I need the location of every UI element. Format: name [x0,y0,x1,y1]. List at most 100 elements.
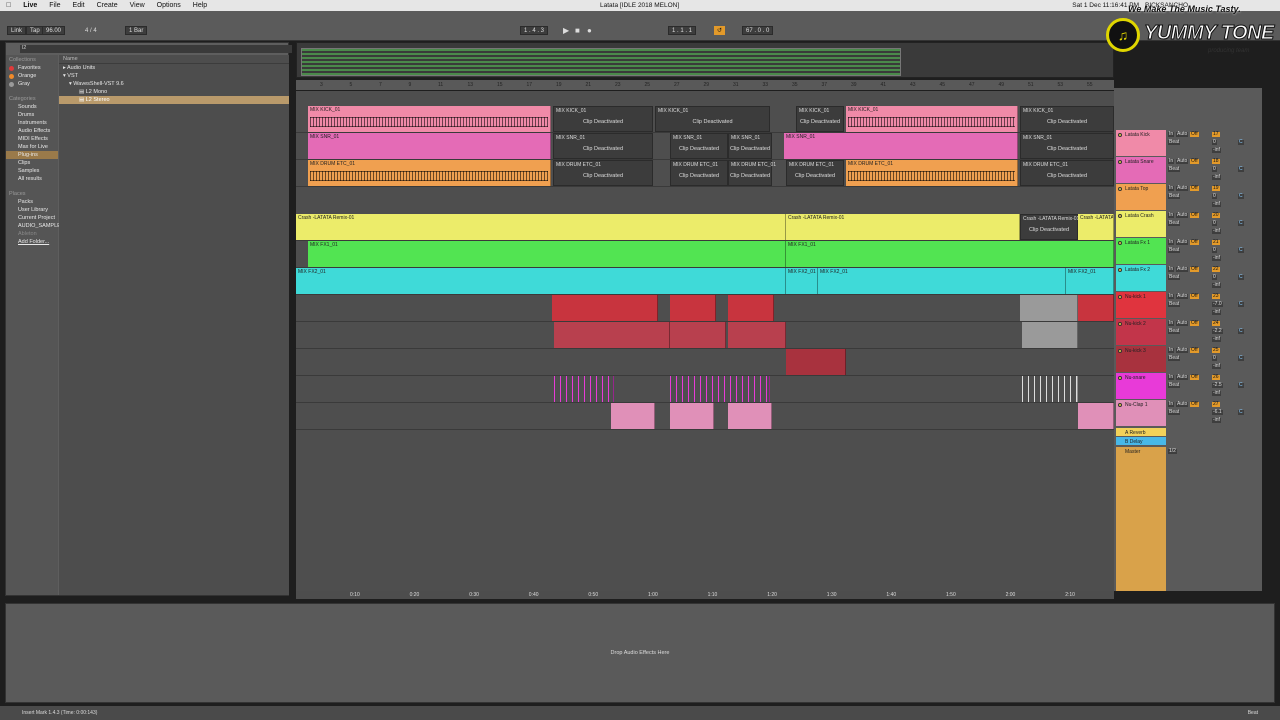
cue-select[interactable]: 1/2 [1168,449,1177,454]
auto-button[interactable]: Auto [1176,375,1189,380]
loop-length-field[interactable]: 67 . 0 . 0 [742,26,774,35]
link-button[interactable]: Link [7,26,27,35]
volume-value[interactable]: 0 [1212,221,1217,226]
volume-value[interactable]: -6.1 [1212,410,1223,415]
in-button[interactable]: In [1168,240,1175,245]
tree-vst[interactable]: ▾ VST [59,72,289,80]
auto-button[interactable]: Auto [1176,240,1189,245]
loop-start-field[interactable]: 1 . 1 . 1 [668,26,697,35]
midi-clip[interactable] [1078,295,1114,321]
place-audio-sample[interactable]: AUDIO_SAMPLE [6,222,61,230]
clip-drum-etc[interactable]: MIX DRUM ETC_01 [308,160,551,186]
input-type-select[interactable]: Beat [1168,329,1181,334]
auto-button[interactable]: Auto [1176,213,1189,218]
menu-view[interactable]: View [124,2,151,9]
input-type-select[interactable]: Beat [1168,383,1181,388]
place-packs[interactable]: Packs [6,198,58,206]
in-button[interactable]: In [1168,294,1175,299]
midi-clip[interactable] [728,295,774,321]
midi-clip-muted[interactable] [1022,376,1078,402]
category-audio-effects[interactable]: Audio Effects [6,127,58,135]
play-icon[interactable]: ▶ [560,26,572,35]
track-header[interactable]: Nu-kick 1 [1116,292,1166,318]
track-volume[interactable]: 17 [1212,132,1220,137]
volume-value[interactable]: -2.5 [1212,383,1223,388]
auto-button[interactable]: Auto [1176,348,1189,353]
browser-search[interactable]: l2 [20,45,292,53]
auto-button[interactable]: Auto [1176,321,1189,326]
pan-knob[interactable]: C [1238,302,1244,307]
track-volume[interactable]: 19 [1212,186,1220,191]
position-field[interactable]: 1 . 4 . 3 [520,26,549,35]
monitor-off-button[interactable]: Off [1190,132,1199,137]
volume-value[interactable]: 0 [1212,275,1217,280]
menu-options[interactable]: Options [151,2,187,9]
input-type-select[interactable]: Beat [1168,167,1181,172]
track-header[interactable]: Latata Fx 2 [1116,265,1166,291]
return-track-header[interactable]: A Reverb [1116,428,1166,436]
in-button[interactable]: In [1168,132,1175,137]
input-type-select[interactable]: Beat [1168,140,1181,145]
track-activator-icon[interactable] [1118,268,1122,272]
clip-snare-deactivated[interactable]: MIX SNR_01 Clip Deactivated [670,133,728,159]
auto-button[interactable]: Auto [1176,159,1189,164]
input-type-select[interactable]: Beat [1168,302,1181,307]
pan-knob[interactable]: C [1238,167,1244,172]
midi-clip[interactable] [670,376,770,402]
clip-drum-deactivated[interactable]: MIX DRUM ETC_01 Clip Deactivated [728,160,776,186]
volume-value[interactable]: 0 [1212,356,1217,361]
category-all-results[interactable]: All results [6,175,58,183]
track-volume[interactable]: 23 [1212,294,1220,299]
track-activator-icon[interactable] [1118,133,1122,137]
midi-clip[interactable] [611,403,655,429]
midi-clip[interactable] [554,322,670,348]
pan-knob[interactable]: C [1238,248,1244,253]
midi-clip[interactable] [554,376,614,402]
auto-button[interactable]: Auto [1176,186,1189,191]
clip-kick-deactivated[interactable]: MIX KICK_01 Clip Deactivated [796,106,844,132]
time-signature[interactable]: 4 / 4 [82,26,100,35]
midi-clip[interactable] [728,322,786,348]
in-button[interactable]: In [1168,321,1175,326]
monitor-off-button[interactable]: Off [1190,213,1199,218]
menu-help[interactable]: Help [187,2,213,9]
track-volume[interactable]: 27 [1212,402,1220,407]
monitor-off-button[interactable]: Off [1190,294,1199,299]
in-button[interactable]: In [1168,375,1175,380]
in-button[interactable]: In [1168,186,1175,191]
menu-file[interactable]: File [43,2,66,9]
time-ruler[interactable]: 0:10 0:20 0:30 0:40 0:50 1:00 1:10 1:20 1:30 1:40… [296,591,1114,599]
name-column-header[interactable]: Name [59,55,289,64]
in-button[interactable]: In [1168,348,1175,353]
track-volume[interactable]: 21 [1212,240,1220,245]
menu-edit[interactable]: Edit [67,2,91,9]
in-button[interactable]: In [1168,402,1175,407]
clip-fx2[interactable]: MIX FX2_01 [1066,268,1114,294]
menu-app[interactable]: Live [17,2,43,9]
pan-knob[interactable]: C [1238,194,1244,199]
beat-ruler[interactable]: 3 5 7 9 11 13 15 17 19 21 23 25 27 29 31 33 35 37 39 41 43 45… [296,80,1114,90]
stop-icon[interactable]: ■ [572,26,583,35]
clip-crash[interactable]: Crash -LATATA Remix-01 [1078,214,1114,240]
track-volume[interactable]: 20 [1212,213,1220,218]
track-activator-icon[interactable] [1118,403,1122,407]
volume-value[interactable]: 0 [1212,140,1217,145]
return-track-header[interactable]: B Delay [1116,437,1166,445]
midi-clip[interactable] [786,349,846,375]
monitor-off-button[interactable]: Off [1190,186,1199,191]
midi-clip[interactable] [552,295,658,321]
input-type-select[interactable]: Beat [1168,248,1181,253]
tree-l2-stereo[interactable]: ▤ L2 Stereo [59,96,289,104]
track-activator-icon[interactable] [1118,376,1122,380]
volume-value[interactable]: -2.2 [1212,329,1223,334]
clip-fx1[interactable]: MIX FX1_01 [308,241,786,267]
place-current-project[interactable]: Current Project [6,214,58,222]
midi-clip[interactable] [728,403,772,429]
collection-gray[interactable]: Gray [6,80,58,88]
midi-clip[interactable] [1078,403,1114,429]
clip-crash-deactivated[interactable]: Crash -LATATA Remix-01 Clip Deactivated [1020,214,1079,240]
category-plugins[interactable]: Plug-ins [6,151,58,159]
clip-kick[interactable]: MIX KICK_01 [846,106,1018,132]
apple-icon[interactable]:  [0,2,17,9]
clip-drum-deactivated[interactable]: MIX DRUM ETC_01 Clip Deactivated [553,160,653,186]
